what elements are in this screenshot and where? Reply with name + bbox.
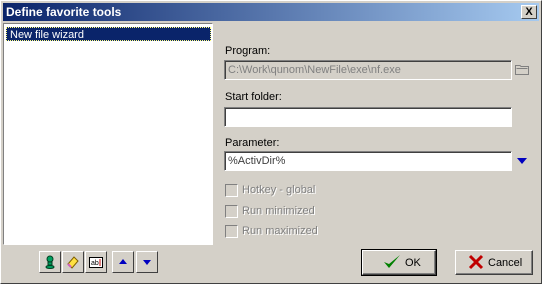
ok-label: OK: [405, 257, 421, 269]
dialog-title: Define favorite tools: [6, 5, 122, 19]
parameter-field[interactable]: %ActivDir%: [224, 151, 512, 171]
svg-text:ab: ab: [91, 260, 99, 267]
hotkey-global-checkbox[interactable]: [225, 184, 238, 197]
checkmark-icon: [384, 255, 400, 268]
start-folder-field[interactable]: [224, 107, 512, 127]
close-button[interactable]: X: [521, 5, 537, 19]
list-item-new-file-wizard[interactable]: New file wizard: [6, 27, 211, 41]
cancel-label: Cancel: [488, 257, 523, 269]
move-down-icon: [143, 260, 151, 265]
hotkey-global-label: Hotkey - global: [242, 184, 316, 196]
cancel-button[interactable]: Cancel: [455, 250, 533, 275]
rename-tool-icon: ab: [89, 257, 103, 268]
define-favorite-tools-dialog: Define favorite tools X New file wizard …: [0, 0, 542, 284]
tools-list[interactable]: New file wizard: [3, 23, 213, 245]
ok-button[interactable]: OK: [361, 249, 437, 276]
add-tool-button[interactable]: [39, 251, 61, 273]
title-bar[interactable]: Define favorite tools X: [3, 3, 539, 21]
browse-folder-icon[interactable]: [515, 63, 529, 75]
erase-tool-button[interactable]: [62, 251, 84, 273]
add-tool-icon: [45, 255, 55, 269]
move-up-button[interactable]: [112, 251, 134, 273]
erase-tool-icon: [67, 256, 79, 269]
parameter-label: Parameter:: [225, 137, 280, 149]
program-label: Program:: [225, 45, 271, 57]
run-maximized-label: Run maximized: [242, 225, 318, 237]
move-down-button[interactable]: [136, 251, 158, 273]
run-minimized-checkbox[interactable]: [225, 205, 238, 218]
move-up-icon: [119, 259, 127, 264]
run-maximized-checkbox[interactable]: [225, 225, 238, 238]
run-minimized-label: Run minimized: [242, 205, 315, 217]
program-field[interactable]: C:\Work\qunom\NewFile\exe\nf.exe: [224, 60, 512, 80]
cancel-x-icon: [468, 254, 484, 270]
parameter-dropdown-arrow-icon[interactable]: [516, 156, 528, 166]
start-folder-label: Start folder:: [225, 91, 282, 103]
rename-tool-button[interactable]: ab: [85, 251, 107, 273]
